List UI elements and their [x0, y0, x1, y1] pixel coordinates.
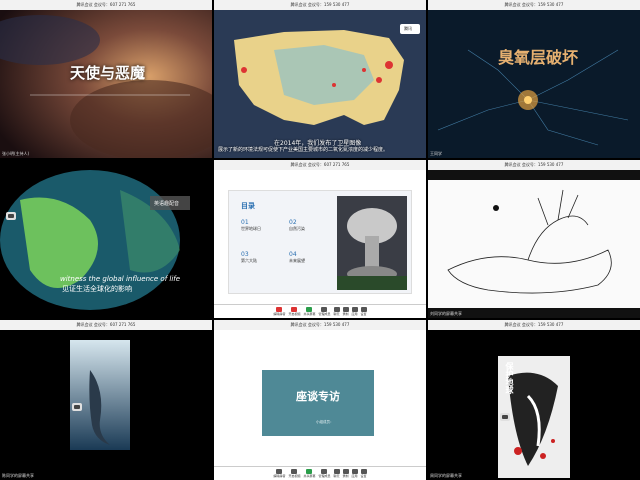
toolbar-record-button[interactable]: 录制	[342, 307, 349, 316]
tile-5[interactable]: 腾讯会议 会议号：607 271 765 目录 01 世界地球日 02 自然污染…	[214, 160, 426, 318]
toolbar-mute-button[interactable]: 解除静音	[273, 469, 285, 478]
mushroom-cloud-image	[337, 196, 407, 290]
toolbar-settings-button[interactable]: 设置	[360, 307, 367, 316]
toolbar-apps-button[interactable]: 应用	[351, 469, 358, 478]
toolbar-members-button[interactable]: 管理成员	[318, 469, 331, 478]
meeting-header: 腾讯会议 会议号：159 530 477	[214, 0, 426, 10]
tile-2[interactable]: 腾讯会议 会议号：159 530 477 腾讯 在2014年，我们发布了卫星图像…	[214, 0, 426, 158]
tile-9[interactable]: 腾讯会议 会议号：159 530 477 保护地球 周同学的屏幕共享	[428, 320, 640, 480]
video-control-icon[interactable]	[500, 413, 510, 421]
tile-6[interactable]: 腾讯会议 会议号：159 530 477 刘同学的屏幕共享	[428, 160, 640, 318]
tile-3[interactable]: 腾讯会议 会议号：159 530 477 臭氧层破坏 王同学	[428, 0, 640, 158]
card-subtitle: 小组成员：	[316, 420, 334, 424]
meeting-header: 腾讯会议 会议号：159 530 477	[428, 0, 640, 10]
toolbar-share-button[interactable]: 共享屏幕	[303, 469, 315, 478]
whale-image	[70, 340, 130, 450]
watermark-badge: 英语趣配音	[154, 201, 180, 207]
meeting-grid: 腾讯会议 会议号：607 271 765 天使与恶魔 张小明(主持人) 腾讯会议…	[0, 0, 640, 480]
card-title: 座谈专访	[296, 390, 340, 403]
meeting-header: 腾讯会议 会议号：159 530 477	[428, 320, 640, 330]
us-map-image	[214, 10, 426, 158]
title-card: 座谈专访 小组成员：	[262, 370, 374, 436]
toc-item-2[interactable]: 02 自然污染	[289, 219, 305, 232]
participant-name: 周同学的屏幕共享	[430, 473, 462, 478]
toc-item-3[interactable]: 03 第六大陆	[241, 251, 257, 264]
caption-chinese: 见证生活全球化的影响	[62, 285, 132, 293]
meeting-header: 腾讯会议 会议号：159 530 477	[428, 160, 640, 170]
meeting-header: 腾讯会议 会议号：607 271 765	[214, 160, 426, 170]
subtitle-line-2: 展示了新的环境法规可促使下产业美国主要城市的二氧化氮浓度的减少程度。	[218, 147, 389, 153]
toolbar-chat-button[interactable]: 聊天	[333, 307, 340, 316]
toc-item-1[interactable]: 01 世界地球日	[241, 219, 261, 232]
badge-logo: 腾讯	[404, 26, 412, 31]
toolbar-mute-button[interactable]: 解除静音	[273, 307, 285, 316]
earth-image	[0, 10, 212, 158]
hand-sketch-image	[428, 180, 640, 308]
toolbar-video-button[interactable]: 开启视频	[288, 307, 300, 316]
participant-name: 王同学	[430, 151, 442, 156]
toolbar-settings-button[interactable]: 设置	[360, 469, 367, 478]
meeting-toolbar: 解除静音 开启视频 共享屏幕 管理成员 聊天 录制 应用 设置	[214, 304, 426, 318]
participant-name: 陈同学的屏幕共享	[2, 473, 34, 478]
video-control-icon[interactable]	[72, 403, 82, 411]
participant-name: 张小明(主持人)	[2, 151, 30, 156]
video-control-icon[interactable]	[6, 212, 16, 220]
poster-title: 保护地球	[505, 362, 514, 394]
toolbar-members-button[interactable]: 管理成员	[318, 307, 331, 316]
slide-panel: 目录 01 世界地球日 02 自然污染 03 第六大陆 04 未来展望	[228, 190, 412, 294]
tile-7[interactable]: 腾讯会议 会议号：607 271 765 陈同学的屏幕共享	[0, 320, 212, 480]
toc-item-4[interactable]: 04 未来展望	[289, 251, 305, 264]
globe-image	[0, 160, 212, 318]
meeting-header: 腾讯会议 会议号：159 530 477	[214, 320, 426, 330]
meeting-header: 腾讯会议 会议号：607 271 765	[0, 320, 212, 330]
slide-title: 臭氧层破坏	[498, 48, 579, 67]
meeting-toolbar: 解除静音 开启视频 共享屏幕 管理成员 聊天 录制 应用 设置	[214, 466, 426, 480]
toolbar-video-button[interactable]: 开启视频	[288, 469, 300, 478]
network-image	[428, 10, 640, 158]
toolbar-record-button[interactable]: 录制	[342, 469, 349, 478]
toolbar-apps-button[interactable]: 应用	[351, 307, 358, 316]
tile-4[interactable]: 英语趣配音 witness the global influence of li…	[0, 160, 212, 318]
tile-8[interactable]: 腾讯会议 会议号：159 530 477 座谈专访 小组成员： 解除静音 开启视…	[214, 320, 426, 480]
meeting-header: 腾讯会议 会议号：607 271 765	[0, 0, 212, 10]
toolbar-share-button[interactable]: 共享屏幕	[303, 307, 315, 316]
toc-title: 目录	[241, 202, 255, 210]
participant-name: 刘同学的屏幕共享	[430, 311, 462, 316]
tile-1[interactable]: 腾讯会议 会议号：607 271 765 天使与恶魔 张小明(主持人)	[0, 0, 212, 158]
slide-title: 天使与恶魔	[70, 64, 146, 82]
caption-english: witness the global influence of life	[60, 275, 181, 283]
toolbar-chat-button[interactable]: 聊天	[333, 469, 340, 478]
